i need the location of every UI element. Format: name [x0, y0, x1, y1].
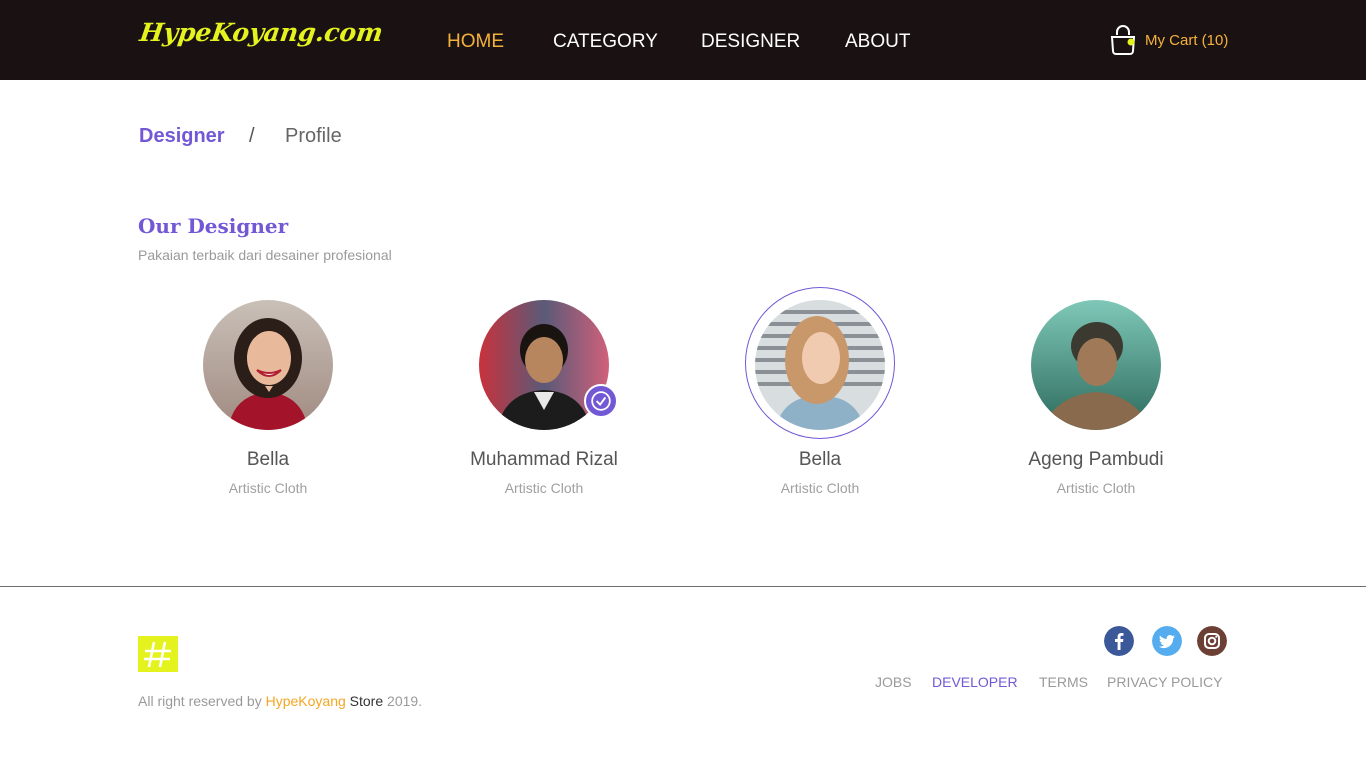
copyright-brand[interactable]: HypeKoyang — [266, 693, 346, 709]
avatar — [203, 300, 333, 430]
twitter-icon[interactable] — [1152, 626, 1182, 656]
designer-name: Muhammad Rizal — [470, 449, 618, 470]
footer-divider — [0, 586, 1366, 587]
copyright-year: 2019. — [383, 693, 423, 709]
avatar — [755, 300, 885, 430]
cart-label: My Cart (10) — [1145, 32, 1229, 49]
breadcrumb-designer[interactable]: Designer — [139, 125, 225, 148]
avatar-wrap — [203, 300, 333, 430]
avatar-wrap — [479, 300, 618, 430]
avatar — [1031, 300, 1161, 430]
avatar-wrap — [745, 287, 895, 439]
nav-home[interactable]: HOME — [447, 31, 504, 53]
copyright-store: Store — [345, 693, 384, 709]
designer-role: Artistic Cloth — [504, 480, 584, 496]
shopping-bag-icon — [1110, 25, 1136, 55]
designer-role: Artistic Cloth — [1056, 480, 1136, 496]
facebook-icon[interactable] — [1104, 626, 1134, 656]
hypekoyang-hash-logo[interactable] — [138, 636, 178, 672]
copyright-prefix: All right reserved by — [138, 693, 266, 709]
footer-link-privacy-policy[interactable]: PRIVACY POLICY — [1107, 674, 1222, 690]
designer-name: Bella — [798, 449, 842, 470]
nav-designer[interactable]: DESIGNER — [701, 31, 800, 53]
footer-link-developer[interactable]: DEVELOPER — [932, 674, 1018, 690]
designer-card[interactable]: Ageng Pambudi Artistic Cloth — [976, 300, 1216, 500]
verified-badge-icon — [584, 384, 618, 418]
designer-role: Artistic Cloth — [780, 480, 860, 496]
designer-card[interactable]: Bella Artistic Cloth — [148, 300, 388, 500]
section-subtitle: Pakaian terbaik dari desainer profesiona… — [138, 247, 392, 263]
instagram-icon[interactable] — [1197, 626, 1227, 656]
copyright-text: All right reserved by HypeKoyang Store 2… — [138, 693, 422, 709]
footer-link-jobs[interactable]: JOBS — [875, 674, 912, 690]
nav-category[interactable]: CATEGORY — [553, 31, 658, 53]
footer-link-terms[interactable]: TERMS — [1039, 674, 1088, 690]
designer-name: Ageng Pambudi — [1028, 449, 1164, 470]
designer-name: Bella — [246, 449, 290, 470]
nav-about[interactable]: ABOUT — [845, 31, 910, 53]
designer-card[interactable]: Bella Artistic Cloth — [700, 287, 940, 500]
designer-role: Artistic Cloth — [228, 480, 308, 496]
breadcrumb-separator: / — [249, 125, 255, 147]
breadcrumb-profile: Profile — [285, 125, 342, 147]
site-logo[interactable]: HypeKoyang.com — [138, 18, 385, 47]
avatar-wrap — [1031, 300, 1161, 430]
designer-card[interactable]: Muhammad Rizal Artistic Cloth — [424, 300, 664, 500]
section-title: Our Designer — [138, 214, 289, 238]
site-header: HypeKoyang.com HOME CATEGORY DESIGNER AB… — [0, 0, 1366, 80]
